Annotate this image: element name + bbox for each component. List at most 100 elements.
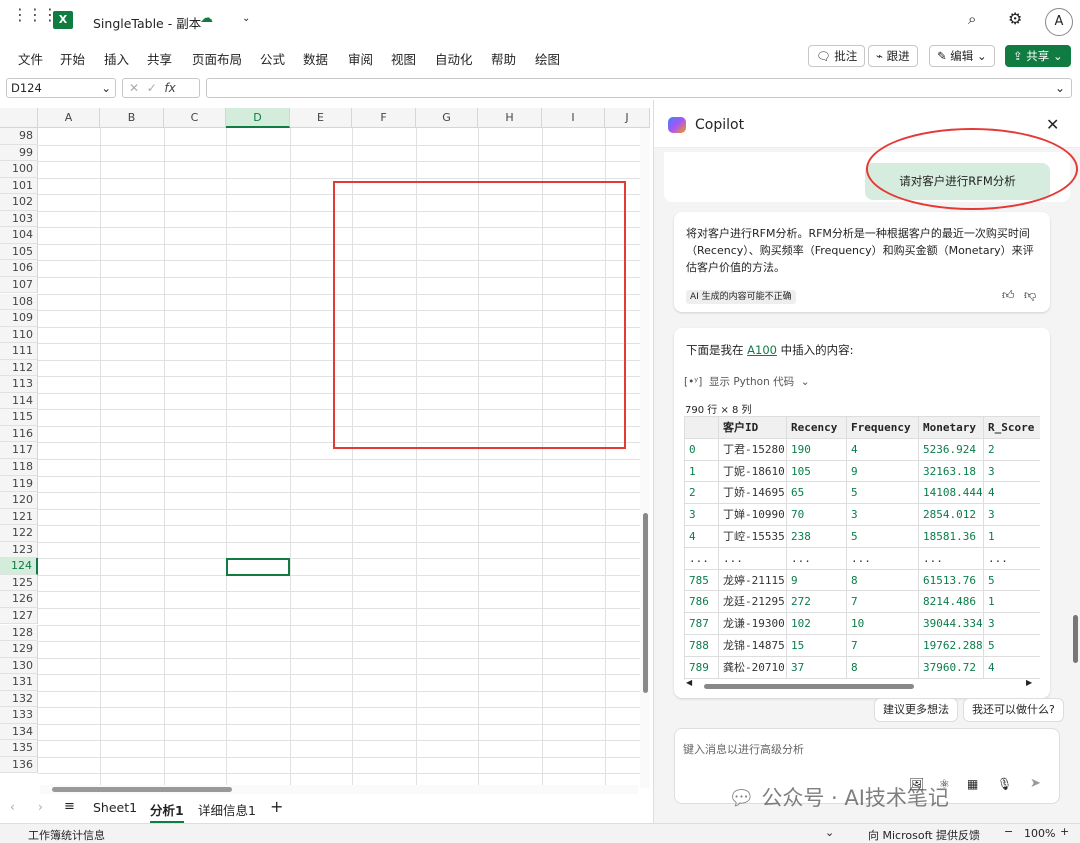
column-header-b[interactable]: B xyxy=(100,108,164,128)
data-cell[interactable] xyxy=(227,244,289,261)
row-header[interactable]: 126 xyxy=(0,591,38,608)
menu-draw[interactable]: 绘图 xyxy=(535,49,560,68)
data-cell[interactable] xyxy=(165,260,225,277)
next-sheet-icon[interactable]: › xyxy=(38,800,43,814)
row-header[interactable]: 132 xyxy=(0,690,38,708)
horizontal-scrollbar[interactable] xyxy=(40,785,638,794)
chat-input[interactable]: 键入消息以进行高级分析 xyxy=(683,741,804,757)
data-cell[interactable] xyxy=(39,277,99,294)
confirm-icon[interactable]: ✓ xyxy=(147,81,157,95)
row-header[interactable]: 106 xyxy=(0,260,38,277)
data-cell[interactable] xyxy=(101,294,163,311)
row-header[interactable]: 128 xyxy=(0,624,38,642)
row-header[interactable]: 103 xyxy=(0,210,38,228)
app-launcher-icon[interactable]: ⋮⋮⋮ xyxy=(12,7,58,23)
row-header[interactable]: 110 xyxy=(0,326,38,344)
data-cell[interactable] xyxy=(165,376,225,393)
row-header[interactable]: 116 xyxy=(0,425,38,443)
data-cell[interactable] xyxy=(227,260,289,277)
row-header[interactable]: 127 xyxy=(0,607,38,625)
row-header[interactable]: 131 xyxy=(0,674,38,691)
row-header[interactable]: 100 xyxy=(0,161,38,178)
data-cell[interactable] xyxy=(165,244,225,261)
share-button[interactable]: ⇪ 共享 ⌄ xyxy=(1005,45,1071,67)
column-header-d[interactable]: D xyxy=(226,108,290,128)
row-header[interactable]: 102 xyxy=(0,194,38,211)
data-cell[interactable] xyxy=(165,360,225,377)
data-cell[interactable] xyxy=(101,327,163,344)
table-scrollbar[interactable]: ◀ ▶ xyxy=(684,678,1040,690)
row-header[interactable]: 123 xyxy=(0,541,38,559)
row-header[interactable]: 135 xyxy=(0,740,38,757)
prev-sheet-icon[interactable]: ‹ xyxy=(10,800,15,814)
menu-page-layout[interactable]: 页面布局 xyxy=(192,49,242,68)
mic-icon[interactable]: 🎙︎ xyxy=(997,777,1012,791)
data-cell[interactable] xyxy=(39,360,99,377)
row-header[interactable]: 109 xyxy=(0,310,38,327)
row-header[interactable]: 133 xyxy=(0,707,38,724)
row-header[interactable]: 130 xyxy=(0,657,38,675)
data-cell[interactable] xyxy=(101,360,163,377)
zoom-in-icon[interactable]: + xyxy=(1060,825,1069,838)
data-cell[interactable] xyxy=(39,343,99,360)
column-header-g[interactable]: G xyxy=(416,108,478,128)
column-header-f[interactable]: F xyxy=(352,108,416,128)
row-header[interactable]: 117 xyxy=(0,442,38,459)
zoom-out-icon[interactable]: − xyxy=(1004,825,1013,838)
data-cell[interactable] xyxy=(101,227,163,244)
send-icon[interactable]: ➤ xyxy=(1030,776,1041,791)
vertical-scrollbar[interactable] xyxy=(640,128,650,788)
search-icon[interactable]: ⌕ xyxy=(968,10,976,28)
row-header[interactable]: 112 xyxy=(0,359,38,377)
scroll-thumb[interactable] xyxy=(643,513,648,693)
show-python-toggle[interactable]: [•ʸ] 显示 Python 代码 ⌄ xyxy=(684,374,810,389)
header-cell[interactable] xyxy=(165,211,226,228)
data-cell[interactable] xyxy=(39,376,99,393)
copilot-scrollbar[interactable] xyxy=(1073,615,1078,663)
chevron-down-icon[interactable]: ⌄ xyxy=(825,826,834,839)
cancel-icon[interactable]: ✕ xyxy=(129,81,139,95)
suggest-more-button[interactable]: 建议更多想法 xyxy=(874,698,958,722)
row-header[interactable]: 122 xyxy=(0,525,38,542)
track-button[interactable]: ⌁ 跟进 xyxy=(868,45,918,67)
data-cell[interactable] xyxy=(165,343,225,360)
data-cell[interactable] xyxy=(39,244,99,261)
sheet-list-icon[interactable]: ≡ xyxy=(64,799,75,814)
add-sheet-icon[interactable]: + xyxy=(270,797,283,816)
menu-home[interactable]: 开始 xyxy=(60,49,85,68)
data-cell[interactable] xyxy=(165,393,225,410)
thumbs-up-icon[interactable]: 👍︎ xyxy=(1002,288,1015,303)
column-header-a[interactable]: A xyxy=(38,108,100,128)
row-header[interactable]: 125 xyxy=(0,574,38,592)
chevron-down-icon[interactable]: ⌄ xyxy=(242,13,250,24)
close-icon[interactable]: ✕ xyxy=(1046,115,1059,134)
function-icon[interactable]: fx xyxy=(164,81,175,95)
scroll-right-icon[interactable]: ▶ xyxy=(1026,678,1032,687)
row-header[interactable]: 118 xyxy=(0,459,38,476)
row-header[interactable]: 114 xyxy=(0,392,38,410)
menu-data[interactable]: 数据 xyxy=(303,49,328,68)
menu-review[interactable]: 审阅 xyxy=(348,49,373,68)
feedback-link[interactable]: 向 Microsoft 提供反馈 xyxy=(868,827,980,843)
data-cell[interactable] xyxy=(39,227,99,244)
data-cell[interactable] xyxy=(101,260,163,277)
header-cell[interactable] xyxy=(227,211,290,228)
data-cell[interactable] xyxy=(101,277,163,294)
tab-sheet1[interactable]: Sheet1 xyxy=(93,800,137,815)
cloud-sync-icon[interactable]: ☁ xyxy=(200,11,213,26)
data-cell[interactable] xyxy=(39,294,99,311)
thumbs-down-icon[interactable]: 👎︎ xyxy=(1024,288,1036,303)
selected-cell[interactable] xyxy=(226,558,290,577)
column-header-c[interactable]: C xyxy=(164,108,226,128)
menu-automate[interactable]: 自动化 xyxy=(435,49,473,68)
data-cell[interactable] xyxy=(39,327,99,344)
row-header[interactable]: 98 xyxy=(0,128,38,145)
preview-table[interactable]: 客户ID Recency Frequency Monetary R_Score 0 丁君-1… xyxy=(684,416,1040,680)
row-header[interactable]: 136 xyxy=(0,756,38,774)
tab-analysis1[interactable]: 分析1 xyxy=(150,800,184,823)
row-header[interactable]: 101 xyxy=(0,177,38,195)
data-cell[interactable] xyxy=(227,393,289,410)
edit-mode-button[interactable]: ✎ 编辑 ⌄ xyxy=(929,45,995,67)
column-header-j[interactable]: J xyxy=(605,108,650,128)
scroll-thumb[interactable] xyxy=(704,684,914,689)
